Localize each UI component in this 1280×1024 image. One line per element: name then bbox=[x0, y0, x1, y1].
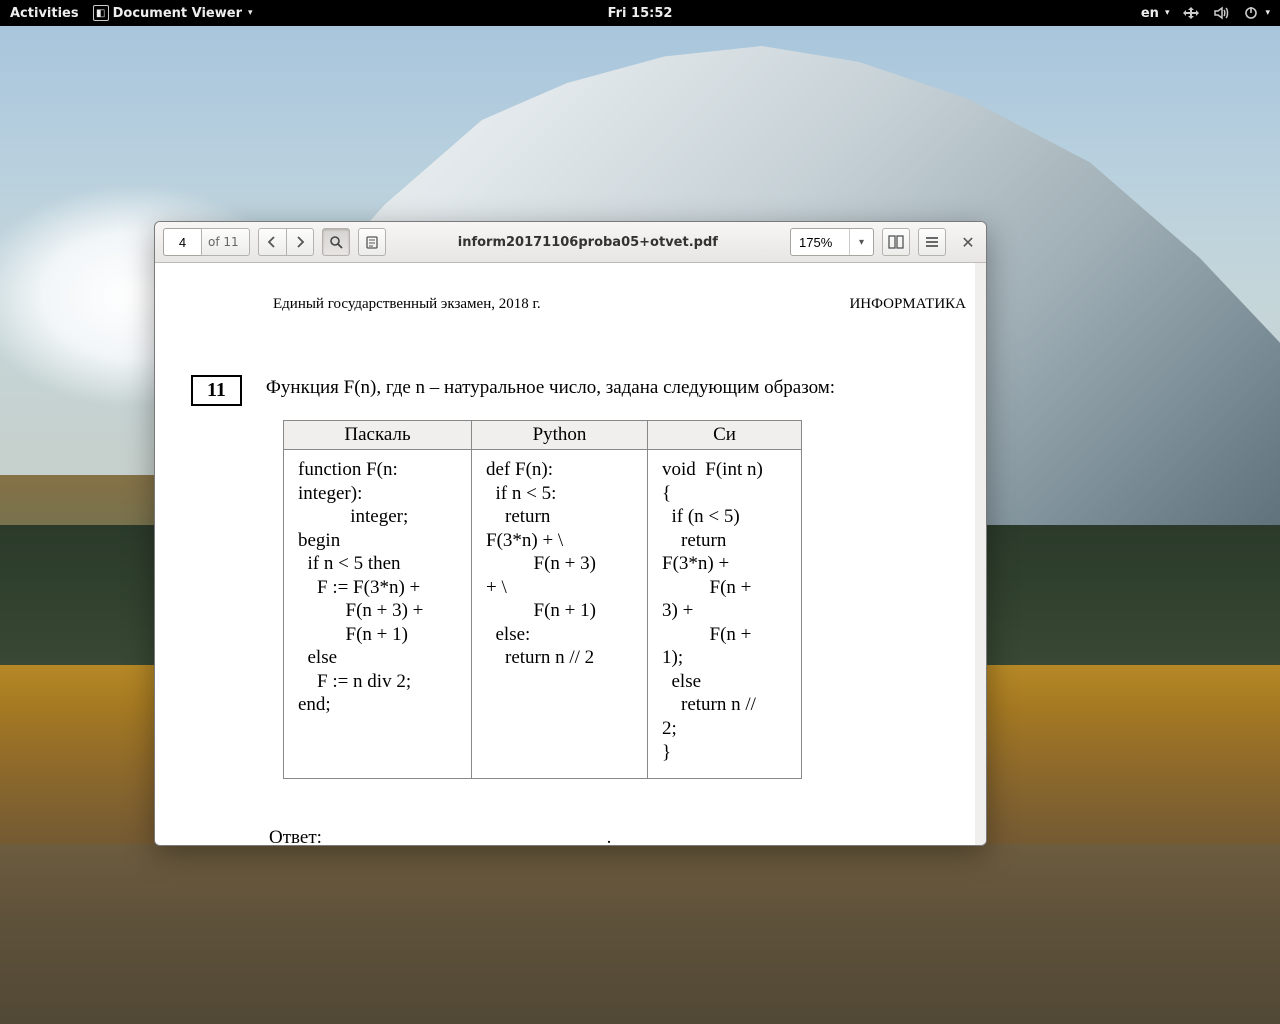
gnome-topbar: Activities ◧ Document Viewer ▾ Fri 15:52… bbox=[0, 0, 1280, 26]
problem-statement: Функция F(n), где n – натуральное число,… bbox=[266, 375, 835, 399]
dual-page-button[interactable] bbox=[882, 228, 910, 256]
notepad-icon bbox=[365, 235, 379, 249]
doc-header-right: ИНФОРМАТИКА bbox=[849, 296, 966, 313]
power-menu[interactable]: ▾ bbox=[1243, 5, 1270, 21]
chevron-left-icon bbox=[267, 236, 277, 248]
page-total-label: of 11 bbox=[201, 228, 250, 256]
document-viewer-icon: ◧ bbox=[93, 5, 109, 21]
annotations-button[interactable] bbox=[358, 228, 386, 256]
page-nav-group bbox=[258, 228, 314, 256]
activities-button[interactable]: Activities bbox=[10, 6, 79, 21]
vertical-scrollbar[interactable] bbox=[975, 263, 986, 845]
table-header-pascal: Паскаль bbox=[284, 421, 472, 450]
app-name-label: Document Viewer bbox=[113, 6, 242, 21]
document-toolbar: of 11 inform20171106proba05+otvet.pdf ▾ bbox=[155, 222, 986, 263]
code-python: def F(n): if n < 5: return F(3*n) + \ F(… bbox=[472, 450, 648, 779]
code-comparison-table: Паскаль Python Си function F(n: integer)… bbox=[283, 420, 802, 779]
input-language-indicator[interactable]: en ▾ bbox=[1141, 6, 1170, 21]
page-number-input[interactable] bbox=[163, 228, 201, 256]
page-selector: of 11 bbox=[163, 228, 250, 256]
next-page-button[interactable] bbox=[286, 228, 314, 256]
power-icon bbox=[1243, 5, 1259, 21]
window-close-button[interactable]: ✕ bbox=[958, 233, 978, 252]
menu-button[interactable] bbox=[918, 228, 946, 256]
document-title: inform20171106proba05+otvet.pdf bbox=[394, 235, 782, 250]
chevron-down-icon: ▾ bbox=[248, 8, 253, 18]
zoom-dropdown-button[interactable]: ▾ bbox=[849, 229, 873, 255]
zoom-selector[interactable]: ▾ bbox=[790, 228, 874, 256]
answer-line: Ответ: . bbox=[155, 779, 986, 845]
chevron-down-icon: ▾ bbox=[1165, 8, 1170, 18]
table-header-c: Си bbox=[648, 421, 802, 450]
clock-label[interactable]: Fri 15:52 bbox=[608, 6, 673, 21]
hamburger-icon bbox=[925, 236, 939, 248]
app-menu[interactable]: ◧ Document Viewer ▾ bbox=[93, 5, 253, 21]
chevron-down-icon: ▾ bbox=[1265, 8, 1270, 18]
search-button[interactable] bbox=[322, 228, 350, 256]
code-c: void F(int n) { if (n < 5) return F(3*n)… bbox=[648, 450, 802, 779]
close-icon: ✕ bbox=[961, 233, 974, 252]
document-viewer-window: of 11 inform20171106proba05+otvet.pdf ▾ bbox=[154, 221, 987, 846]
doc-header-left: Единый государственный экзамен, 2018 г. bbox=[273, 296, 541, 313]
zoom-value-input[interactable] bbox=[791, 235, 849, 250]
problem-number-box: 11 bbox=[191, 375, 242, 406]
code-pascal: function F(n: integer): integer; begin i… bbox=[284, 450, 472, 779]
desktop-wallpaper: of 11 inform20171106proba05+otvet.pdf ▾ bbox=[0, 26, 1280, 1024]
document-page-content[interactable]: Единый государственный экзамен, 2018 г. … bbox=[155, 263, 986, 845]
network-icon[interactable] bbox=[1183, 5, 1199, 21]
prev-page-button[interactable] bbox=[258, 228, 286, 256]
table-header-python: Python bbox=[472, 421, 648, 450]
search-icon bbox=[329, 235, 343, 249]
volume-icon[interactable] bbox=[1213, 5, 1229, 21]
dual-page-icon bbox=[888, 235, 904, 249]
chevron-right-icon bbox=[295, 236, 305, 248]
